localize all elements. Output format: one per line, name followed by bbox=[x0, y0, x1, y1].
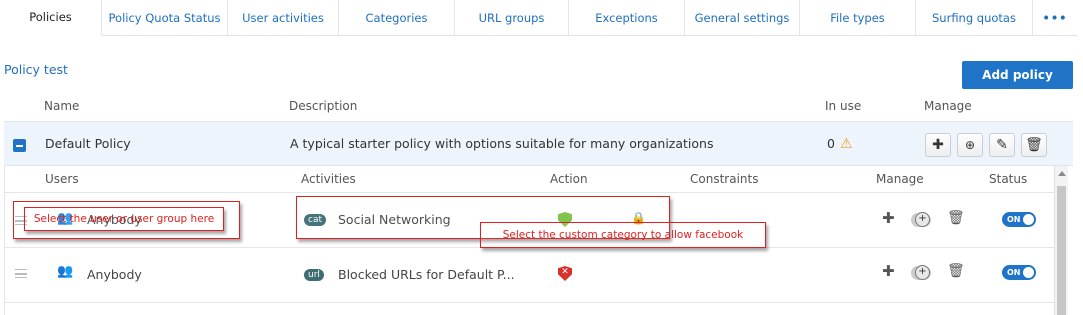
add-exception-icon[interactable] bbox=[911, 265, 931, 280]
rule-user[interactable]: Anybody bbox=[87, 267, 142, 282]
warning-icon: ⚠ bbox=[840, 136, 853, 152]
tab-exceptions[interactable]: Exceptions bbox=[569, 0, 685, 35]
users-icon: 👥 bbox=[57, 264, 74, 279]
policy-description: A typical starter policy with options su… bbox=[290, 136, 714, 151]
plus-icon: ✚ bbox=[932, 137, 944, 153]
add-circle-icon: ⊕ bbox=[964, 138, 976, 152]
header-description: Description bbox=[289, 99, 358, 113]
trash-icon: 🗑 bbox=[1025, 137, 1043, 153]
policy-row[interactable]: Default Policy A typical starter policy … bbox=[4, 121, 1073, 166]
delete-rule-icon[interactable]: 🗑 bbox=[947, 210, 965, 226]
add-policy-button[interactable]: Add policy bbox=[962, 61, 1073, 89]
header-in-use: In use bbox=[825, 99, 862, 113]
header-status: Status bbox=[989, 172, 1028, 186]
pencil-icon: ✎ bbox=[996, 137, 1008, 153]
tab-policy-quota-status[interactable]: Policy Quota Status bbox=[102, 0, 228, 35]
tab-file-types[interactable]: File types bbox=[800, 0, 916, 35]
status-toggle[interactable]: ON bbox=[1002, 212, 1036, 227]
edit-policy-button[interactable]: ✎ bbox=[989, 133, 1015, 157]
header-action: Action bbox=[550, 172, 588, 186]
annotation-user-group: Select the user or user group here bbox=[24, 207, 224, 231]
more-tabs-button[interactable]: ••• bbox=[1033, 0, 1077, 35]
divider bbox=[5, 302, 1055, 303]
url-tag-icon: url bbox=[304, 269, 324, 281]
tab-user-activities[interactable]: User activities bbox=[228, 0, 339, 35]
delete-rule-icon[interactable]: 🗑 bbox=[947, 263, 965, 279]
tab-general-settings[interactable]: General settings bbox=[685, 0, 800, 35]
block-shield-icon[interactable]: ✕ bbox=[558, 266, 572, 281]
tab-surfing-quotas[interactable]: Surfing quotas bbox=[916, 0, 1033, 35]
add-exception-icon[interactable] bbox=[911, 212, 931, 227]
collapse-icon[interactable] bbox=[13, 139, 26, 152]
add-rule-icon[interactable]: ✚ bbox=[882, 209, 895, 227]
rule-activity[interactable]: Blocked URLs for Default P... bbox=[338, 267, 515, 282]
delete-policy-button[interactable]: 🗑 bbox=[1021, 133, 1047, 157]
tab-categories[interactable]: Categories bbox=[339, 0, 455, 35]
status-toggle[interactable]: ON bbox=[1002, 265, 1036, 280]
tab-policies[interactable]: Policies bbox=[0, 0, 102, 36]
scroll-thumb[interactable] bbox=[1057, 186, 1066, 315]
header-constraints: Constraints bbox=[690, 172, 759, 186]
add-exception-button[interactable]: ⊕ bbox=[957, 133, 983, 157]
policy-in-use: 0 bbox=[827, 136, 835, 151]
header-name: Name bbox=[44, 99, 80, 113]
tab-bar: Policies Policy Quota Status User activi… bbox=[0, 0, 1077, 36]
scrollbar[interactable] bbox=[1054, 166, 1068, 315]
add-rule-icon[interactable]: ✚ bbox=[882, 262, 895, 280]
annotation-custom-category: Select the custom category to allow face… bbox=[480, 222, 766, 248]
policy-name: Default Policy bbox=[45, 136, 131, 151]
add-rule-button[interactable]: ✚ bbox=[925, 133, 951, 157]
rule-row[interactable]: 👥 Anybody url Blocked URLs for Default P… bbox=[5, 248, 1055, 302]
scroll-up-icon[interactable] bbox=[1058, 171, 1066, 176]
drag-handle-icon[interactable] bbox=[15, 269, 27, 278]
header-activities: Activities bbox=[301, 172, 356, 186]
header-manage: Manage bbox=[924, 99, 972, 113]
tab-url-groups[interactable]: URL groups bbox=[455, 0, 569, 35]
header-users: Users bbox=[45, 172, 79, 186]
section-title[interactable]: Policy test bbox=[4, 62, 68, 77]
header-rule-manage: Manage bbox=[876, 172, 924, 186]
